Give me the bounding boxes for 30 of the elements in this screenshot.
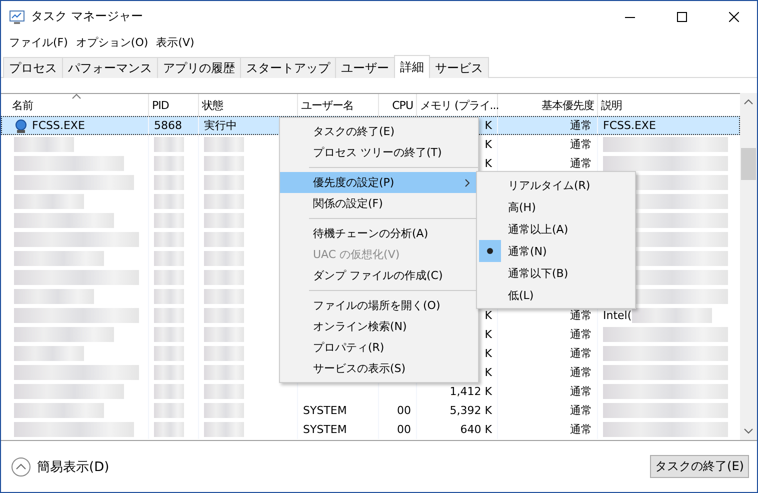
table-cell: 通常: [570, 308, 592, 323]
table-cell: SYSTEM: [303, 423, 347, 436]
table-cell: 1,412 K: [450, 385, 492, 398]
table-cell: 00: [397, 404, 411, 417]
table-cell: FCSS.EXE: [603, 119, 656, 132]
table-cell: 通常: [570, 346, 592, 361]
table-cell: K: [484, 347, 492, 360]
table-cell: K: [484, 309, 492, 322]
table-cell: K: [484, 328, 492, 341]
table-cell: K: [484, 366, 492, 379]
table-cell: 通常: [570, 365, 592, 380]
window-title: タスク マネージャー: [31, 8, 144, 25]
table-cell: K: [484, 119, 492, 132]
table-cell: FCSS.EXE: [32, 119, 85, 132]
table-cell: 5868: [154, 119, 182, 132]
table-cell: 実行中: [204, 118, 237, 133]
table-cell: Intel(: [603, 309, 632, 322]
table-cell: 通常: [570, 403, 592, 418]
table-cell: 00: [397, 423, 411, 436]
table-cell: 通常: [570, 118, 592, 133]
table-cell: 通常: [570, 327, 592, 342]
table-cell: 通常: [570, 422, 592, 437]
table-cell: SYSTEM: [303, 404, 347, 417]
table-cell: 640 K: [460, 423, 492, 436]
table-cell: 5,392 K: [450, 404, 492, 417]
table-cell: 通常: [570, 156, 592, 171]
table-cell: K: [484, 157, 492, 170]
table-cell: 通常: [570, 137, 592, 152]
table-cell: 通常: [570, 384, 592, 399]
table-cell: K: [484, 138, 492, 151]
